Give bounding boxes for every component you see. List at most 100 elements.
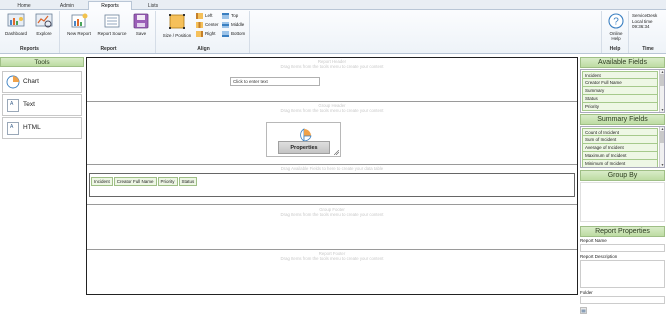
report-properties-title: Report Properties (580, 226, 665, 237)
report-footer-hint: Drag Items from the tools menu to create… (280, 256, 384, 261)
help-icon: ? (608, 13, 624, 29)
summary-fields-list[interactable]: Count of Incident Sum of Incident Averag… (580, 126, 665, 168)
report-description-input[interactable] (580, 260, 665, 288)
dashboard-button[interactable]: Dashboard (3, 13, 29, 36)
report-header-section[interactable]: Report Header Drag Items from the tools … (87, 58, 577, 102)
report-name-input[interactable] (580, 244, 665, 252)
header-textbox[interactable]: Click to enter text (230, 77, 320, 86)
ribbon-group-align: Size / Position Left Center Right Top Mi… (158, 11, 250, 53)
align-top-label: Top (231, 13, 239, 18)
new-report-button[interactable]: New Report (64, 13, 94, 36)
online-help-button[interactable]: ? Online Help (603, 13, 629, 41)
summary-fields-scrollbar[interactable]: ▲ ▼ (659, 127, 664, 167)
summary-fields-title: Summary Fields (580, 114, 665, 125)
report-source-icon (104, 14, 120, 28)
field-item[interactable]: Incident (582, 71, 658, 79)
summary-item[interactable]: Count of Incident (582, 128, 658, 136)
group-by-title: Group By (580, 170, 665, 181)
field-item[interactable]: Status (582, 95, 658, 103)
save-icon (133, 13, 149, 29)
new-report-label: New Report (67, 31, 91, 36)
save-button[interactable]: Save (130, 13, 152, 36)
chart-element[interactable]: Properties (266, 122, 341, 157)
align-right-label: Right (205, 31, 216, 36)
data-section[interactable]: Drag Available Fields to here to create … (87, 165, 577, 205)
group-footer-section[interactable]: Group Footer Drag Items from the tools m… (87, 205, 577, 250)
report-name-label: Report Name (580, 238, 607, 243)
summary-item[interactable]: Sum of Incident (582, 136, 658, 144)
ribbon-group-time: ServiceDesk Local time 09:36:34 Time (630, 11, 666, 53)
column-creator-full-name[interactable]: Creator Full Name (113, 177, 157, 186)
explore-label: Explore (36, 31, 52, 36)
align-bottom-label: Bottom (231, 31, 246, 36)
align-left-label: Left (205, 13, 213, 18)
size-position-label: Size / Position (162, 33, 192, 38)
field-item[interactable]: Summary (582, 87, 658, 95)
align-right-button[interactable]: Right (196, 30, 216, 38)
align-right-icon (196, 30, 203, 37)
align-middle-button[interactable]: Middle (222, 21, 244, 29)
summary-item[interactable]: Minimum of Incident (582, 160, 658, 167)
time-info: ServiceDesk Local time 09:36:34 (632, 13, 657, 30)
folder-browse-icon[interactable] (580, 307, 587, 314)
explore-button[interactable]: Explore (31, 13, 57, 36)
size-position-icon (169, 14, 185, 29)
group-header-section[interactable]: Group Header Drag Items from the tools m… (87, 102, 577, 165)
tab-home[interactable]: Home (2, 1, 46, 10)
report-footer-section[interactable]: Report Footer Drag Items from the tools … (87, 250, 577, 294)
tool-chart[interactable]: Chart (2, 71, 82, 93)
align-center-label: Center (205, 22, 219, 27)
clock-value: 09:36:34 (632, 24, 650, 29)
html-icon: A (7, 122, 19, 135)
tool-text[interactable]: A Text (2, 94, 82, 116)
time-group-label: Time (642, 46, 654, 52)
folder-label: Folder (580, 290, 593, 295)
column-status[interactable]: Status (178, 177, 198, 186)
data-hint: Drag Available Fields to here to create … (280, 166, 384, 171)
tool-html[interactable]: A HTML (2, 117, 82, 139)
data-table[interactable]: Incident Creator Full Name Priority Status (89, 173, 575, 197)
ribbon-group-reports: Dashboard Explore Reports (0, 11, 60, 53)
align-bottom-button[interactable]: Bottom (222, 30, 245, 38)
align-middle-icon (222, 21, 229, 28)
resize-handle-icon[interactable] (334, 150, 339, 155)
report-source-label: Report Source (97, 31, 127, 36)
size-position-button[interactable]: Size / Position (160, 13, 194, 38)
align-top-button[interactable]: Top (222, 12, 238, 20)
align-center-icon (196, 21, 203, 28)
properties-button[interactable]: Properties (278, 141, 330, 154)
field-item[interactable]: Creator Full Name (582, 79, 658, 87)
chart-preview-icon (300, 128, 312, 142)
report-group-label: Report (100, 46, 117, 52)
available-fields-list[interactable]: Incident Creator Full Name Summary Statu… (580, 69, 665, 113)
align-group-label: Align (197, 46, 210, 52)
available-fields-title: Available Fields (580, 57, 665, 68)
align-left-button[interactable]: Left (196, 12, 213, 20)
group-header-hint: Drag Items from the tools menu to create… (280, 108, 384, 113)
reports-group-label: Reports (20, 46, 39, 52)
summary-item[interactable]: Maximum of Incident (582, 152, 658, 160)
tab-admin[interactable]: Admin (45, 1, 89, 10)
dashboard-label: Dashboard (4, 31, 27, 36)
column-priority[interactable]: Priority (157, 177, 178, 186)
align-center-button[interactable]: Center (196, 21, 219, 29)
available-fields-scrollbar[interactable]: ▲ ▼ (659, 70, 664, 112)
ribbon-group-report: New Report Report Source Save Report (62, 11, 156, 53)
tool-html-label: HTML (23, 124, 41, 131)
align-top-icon (222, 12, 229, 19)
report-header-hint: Drag Items from the tools menu to create… (280, 64, 384, 69)
online-help-label: Online Help (609, 31, 623, 41)
column-incident[interactable]: Incident (91, 177, 113, 186)
summary-item[interactable]: Average of Incident (582, 144, 658, 152)
report-canvas[interactable]: Report Header Drag Items from the tools … (86, 57, 578, 295)
folder-input[interactable] (580, 296, 665, 304)
new-report-icon (71, 13, 88, 28)
tab-lists[interactable]: Lists (131, 1, 175, 10)
align-bottom-icon (222, 30, 229, 37)
report-source-button[interactable]: Report Source (95, 13, 129, 36)
group-footer-hint: Drag Items from the tools menu to create… (280, 212, 384, 217)
group-by-dropzone[interactable] (580, 182, 665, 222)
service-name: ServiceDesk (632, 13, 658, 18)
tool-text-label: Text (23, 101, 35, 108)
field-item[interactable]: Priority (582, 103, 658, 111)
